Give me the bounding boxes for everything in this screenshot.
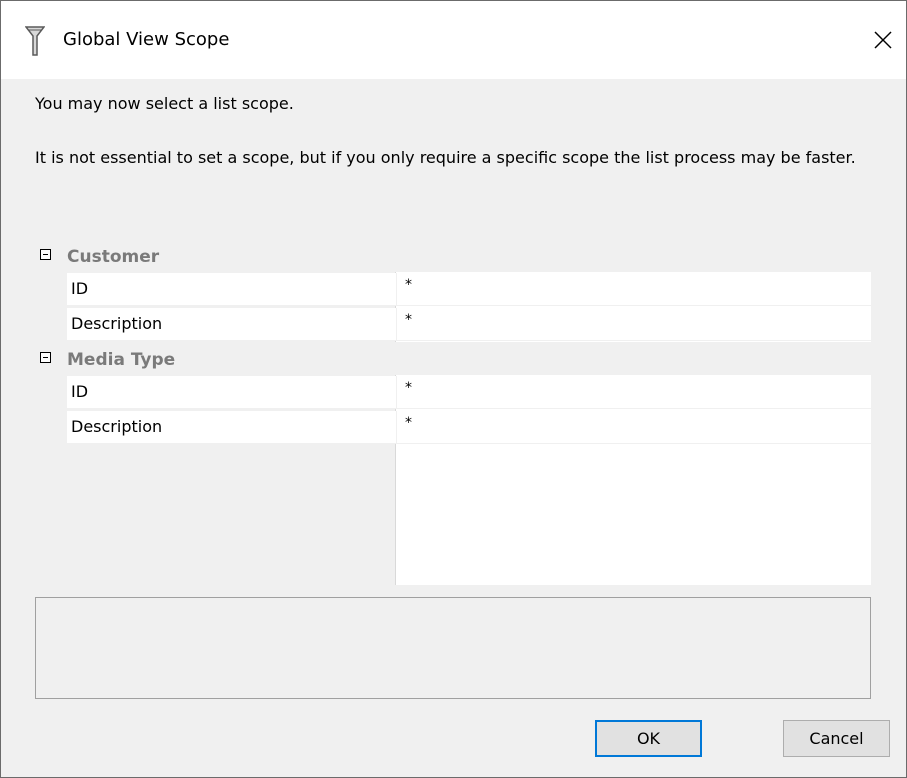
property-row-customer-id[interactable]: ID * bbox=[67, 273, 871, 306]
title-bar: Global View Scope bbox=[1, 1, 906, 79]
collapse-toggle-icon[interactable] bbox=[40, 249, 51, 260]
info-text: It is not essential to set a scope, but … bbox=[35, 148, 856, 167]
window-title: Global View Scope bbox=[63, 29, 230, 50]
cancel-button[interactable]: Cancel bbox=[783, 720, 890, 757]
property-name: Description bbox=[71, 314, 163, 333]
instruction-text: You may now select a list scope. bbox=[35, 94, 294, 113]
property-row-media-type-id[interactable]: ID * bbox=[67, 376, 871, 409]
ok-button[interactable]: OK bbox=[595, 720, 702, 757]
category-label: Media Type bbox=[67, 350, 176, 370]
property-name: Description bbox=[71, 417, 163, 436]
category-media-type[interactable]: Media Type bbox=[35, 342, 871, 375]
property-row-customer-description[interactable]: Description * bbox=[67, 308, 871, 341]
property-value-input[interactable]: * bbox=[396, 411, 871, 443]
dialog-window: Global View Scope You may now select a l… bbox=[0, 0, 907, 778]
property-row-media-type-description[interactable]: Description * bbox=[67, 411, 871, 444]
close-icon bbox=[874, 31, 892, 49]
property-name: ID bbox=[71, 279, 89, 298]
category-customer[interactable]: Customer bbox=[35, 239, 871, 272]
close-button[interactable] bbox=[860, 17, 906, 63]
property-value-input[interactable]: * bbox=[396, 376, 871, 408]
funnel-icon bbox=[24, 25, 46, 57]
description-panel bbox=[35, 597, 871, 699]
category-label: Customer bbox=[67, 247, 160, 267]
property-value-input[interactable]: * bbox=[396, 308, 871, 340]
property-grid[interactable]: Customer ID * Description * Media Type I… bbox=[35, 239, 871, 585]
collapse-toggle-icon[interactable] bbox=[40, 352, 51, 363]
property-name: ID bbox=[71, 382, 89, 401]
property-value-input[interactable]: * bbox=[396, 273, 871, 305]
